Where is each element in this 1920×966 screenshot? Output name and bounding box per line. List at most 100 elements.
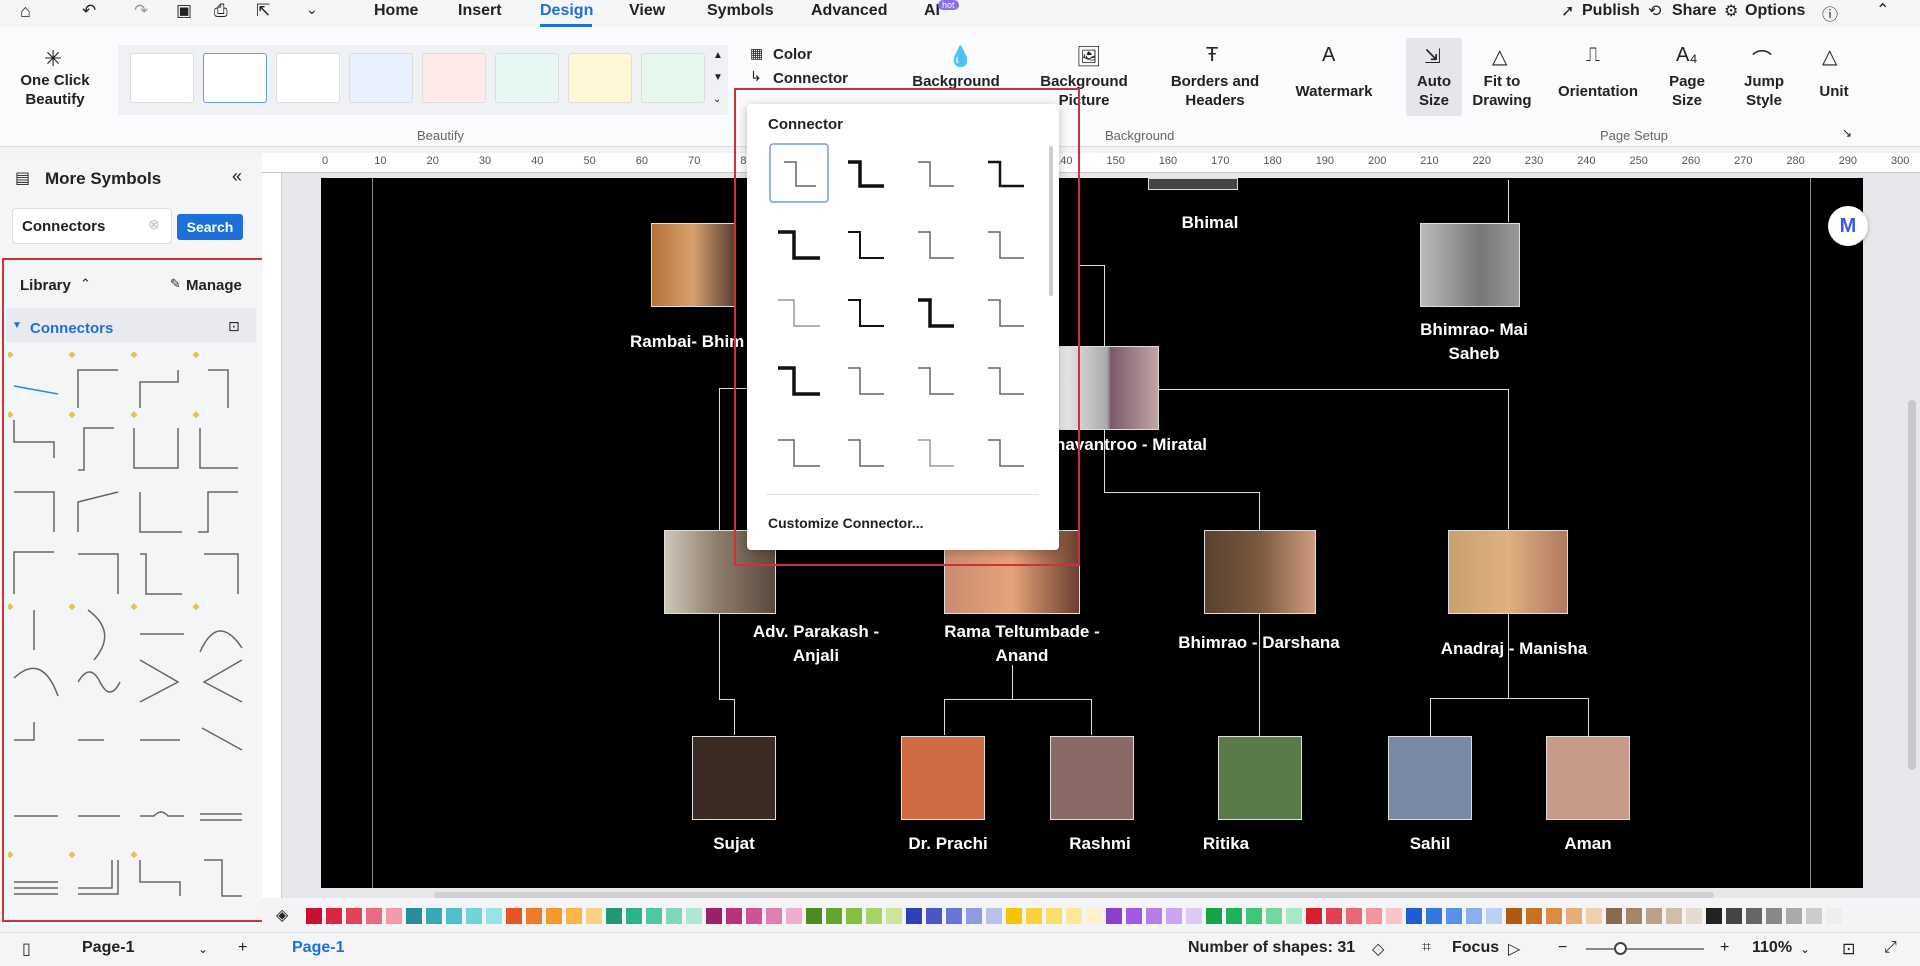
- color-swatch[interactable]: [1366, 908, 1382, 924]
- beautify-style-3[interactable]: [276, 53, 340, 103]
- connector-shape[interactable]: [204, 553, 239, 594]
- color-swatch[interactable]: [686, 908, 702, 924]
- color-swatch[interactable]: [1826, 908, 1842, 924]
- color-swatch[interactable]: [1566, 908, 1582, 924]
- photo-bhimrao-mai[interactable]: [1420, 223, 1520, 307]
- publish-icon[interactable]: ➚: [1561, 1, 1574, 21]
- photo-aman[interactable]: [1546, 736, 1630, 820]
- connector-shape[interactable]: [13, 551, 54, 594]
- color-swatch[interactable]: [1686, 908, 1702, 924]
- connector-shape[interactable]: [140, 811, 184, 817]
- color-swatch[interactable]: [1046, 908, 1062, 924]
- connector-shape[interactable]: [78, 553, 119, 594]
- color-swatch[interactable]: [1346, 908, 1362, 924]
- color-swatch[interactable]: [1606, 908, 1622, 924]
- connector-style-option[interactable]: [918, 231, 954, 259]
- tab-view[interactable]: View: [629, 2, 665, 20]
- color-swatch[interactable]: [986, 908, 1002, 924]
- connector-style-option[interactable]: [778, 230, 820, 260]
- color-swatch[interactable]: [766, 908, 782, 924]
- label-bhimrao-mai[interactable]: Bhimrao- Mai Saheb: [1412, 318, 1536, 366]
- color-swatch[interactable]: [1086, 908, 1102, 924]
- tab-advanced[interactable]: Advanced: [811, 2, 887, 20]
- connector-style-option[interactable]: [848, 231, 884, 259]
- connector-shape[interactable]: [14, 491, 55, 532]
- label-rambai-bhim[interactable]: Rambai- Bhim: [630, 330, 750, 354]
- fullscreen-icon[interactable]: ⤢: [1884, 939, 1897, 957]
- color-button[interactable]: Color: [773, 46, 812, 63]
- color-swatch[interactable]: [606, 908, 622, 924]
- more-icon[interactable]: ⌄: [306, 1, 318, 18]
- color-swatch[interactable]: [1226, 908, 1242, 924]
- tab-home[interactable]: Home: [374, 2, 418, 20]
- connector-style-option[interactable]: [918, 439, 954, 467]
- scroll-up-icon[interactable]: ▲: [713, 50, 723, 61]
- beautify-style-7[interactable]: [568, 53, 632, 103]
- tab-insert[interactable]: Insert: [458, 2, 502, 20]
- beautify-style-1[interactable]: [130, 53, 194, 103]
- color-swatch[interactable]: [1186, 908, 1202, 924]
- connector-shape[interactable]: [13, 385, 59, 395]
- connector-style-option[interactable]: [988, 439, 1024, 467]
- connector-shape[interactable]: [139, 659, 180, 703]
- share-icon[interactable]: ⟲: [1648, 1, 1661, 21]
- connector-style-option[interactable]: [848, 160, 884, 188]
- home-icon[interactable]: ⌂: [20, 1, 31, 22]
- connector-style-option[interactable]: [988, 367, 1024, 395]
- publish-button[interactable]: Publish: [1582, 2, 1640, 20]
- label-sujat[interactable]: Sujat: [684, 832, 784, 856]
- popup-scrollbar[interactable]: [1049, 146, 1053, 296]
- color-swatch[interactable]: [1126, 908, 1142, 924]
- connector-shape[interactable]: [78, 427, 114, 471]
- color-swatch[interactable]: [1506, 908, 1522, 924]
- beautify-style-5[interactable]: [422, 53, 486, 103]
- connector-shape[interactable]: [14, 881, 58, 895]
- color-swatch[interactable]: [966, 908, 982, 924]
- page-tab[interactable]: Page-1: [82, 939, 134, 957]
- help-icon[interactable]: ⓘ: [1822, 1, 1838, 25]
- connector-shape[interactable]: [77, 491, 119, 532]
- connector-shape[interactable]: [14, 722, 35, 741]
- color-swatch[interactable]: [1026, 908, 1042, 924]
- play-icon[interactable]: ▷: [1508, 939, 1520, 959]
- connector-button[interactable]: Connector: [773, 70, 848, 87]
- color-swatch[interactable]: [326, 908, 342, 924]
- beautify-style-6[interactable]: [495, 53, 559, 103]
- connector-shape[interactable]: [200, 813, 242, 821]
- connector-style-option[interactable]: [848, 299, 884, 327]
- label-sahil[interactable]: Sahil: [1380, 832, 1480, 856]
- color-swatch[interactable]: [746, 908, 762, 924]
- color-swatch[interactable]: [1206, 908, 1222, 924]
- label-rama-anand[interactable]: Rama Teltumbade - Anand: [932, 620, 1112, 668]
- color-swatch[interactable]: [1546, 908, 1562, 924]
- manage-icon[interactable]: ✎: [170, 276, 181, 292]
- color-swatch[interactable]: [666, 908, 682, 924]
- connector-style-option[interactable]: [848, 439, 884, 467]
- color-swatch[interactable]: [906, 908, 922, 924]
- color-swatch[interactable]: [646, 908, 662, 924]
- borders-headers-button[interactable]: Borders and Headers: [1160, 72, 1270, 110]
- color-swatch[interactable]: [1586, 908, 1602, 924]
- color-swatch[interactable]: [506, 908, 522, 924]
- connector-shape[interactable]: [13, 667, 59, 697]
- unit-button[interactable]: Unit: [1806, 82, 1862, 101]
- color-swatch[interactable]: [526, 908, 542, 924]
- color-swatch[interactable]: [446, 908, 462, 924]
- connector-shape[interactable]: [13, 420, 55, 458]
- manage-button[interactable]: Manage: [186, 277, 242, 294]
- tab-symbols[interactable]: Symbols: [707, 2, 774, 20]
- connector-shape[interactable]: [199, 630, 243, 653]
- page-setup-expand-icon[interactable]: ↘: [1842, 126, 1852, 140]
- ai-assistant-icon[interactable]: M: [1828, 206, 1868, 246]
- photo-prachi[interactable]: [901, 736, 985, 820]
- expand-icon[interactable]: ⌄: [713, 94, 721, 105]
- color-swatch[interactable]: [1286, 908, 1302, 924]
- connectors-section-title[interactable]: Connectors: [30, 320, 113, 337]
- one-click-beautify-button[interactable]: One Click Beautify: [14, 71, 96, 109]
- color-swatch[interactable]: [726, 908, 742, 924]
- connector-style-option[interactable]: [848, 367, 884, 395]
- connector-shape[interactable]: [78, 860, 119, 895]
- color-swatch[interactable]: [1266, 908, 1282, 924]
- connector-style-option[interactable]: [988, 160, 1024, 188]
- color-swatch[interactable]: [366, 908, 382, 924]
